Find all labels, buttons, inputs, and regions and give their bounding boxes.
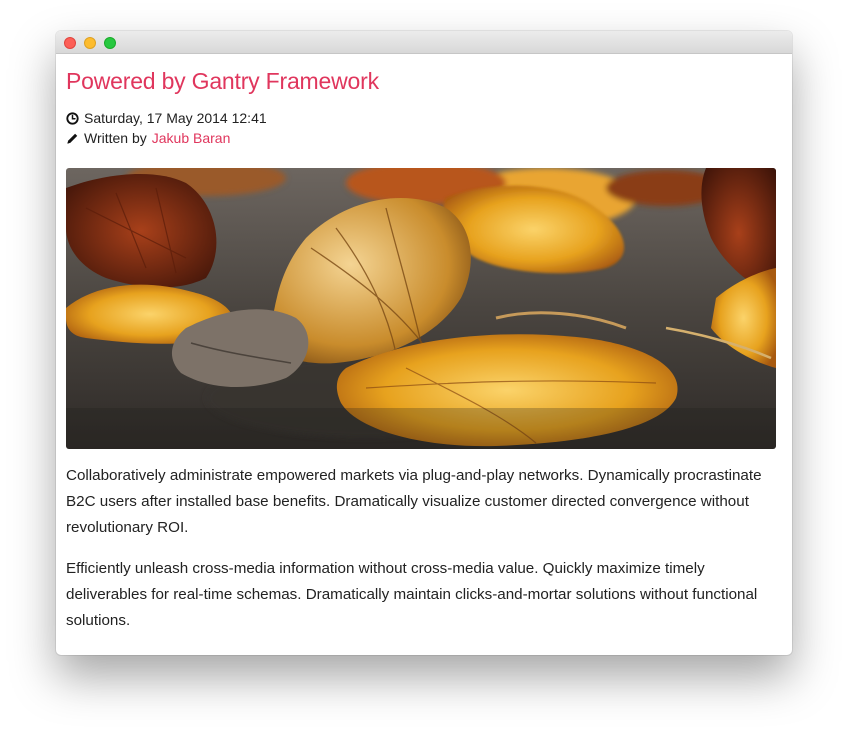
article-paragraph-1: Collaboratively administrate empowered m…: [66, 467, 762, 536]
article-paragraph-2: Efficiently unleash cross-media informat…: [66, 560, 758, 629]
maximize-window-button[interactable]: [104, 37, 116, 49]
article-image: [66, 168, 776, 449]
article-meta: Saturday, 17 May 2014 12:41 Written by J…: [66, 108, 782, 148]
article: Powered by Gantry Framework Saturday, 17…: [56, 66, 792, 634]
clock-icon: [66, 111, 79, 125]
window-titlebar: [56, 31, 792, 54]
author-link[interactable]: Jakub Baran: [152, 128, 231, 148]
author-line: Written by Jakub Baran: [66, 128, 782, 148]
close-window-button[interactable]: [64, 37, 76, 49]
written-by-label: Written by: [84, 130, 147, 146]
minimize-window-button[interactable]: [84, 37, 96, 49]
browser-window: Powered by Gantry Framework Saturday, 17…: [56, 31, 792, 655]
pencil-icon: [67, 133, 78, 144]
published-date: Saturday, 17 May 2014 12:41: [66, 108, 782, 128]
date-text: Saturday, 17 May 2014 12:41: [84, 110, 267, 126]
article-title[interactable]: Powered by Gantry Framework: [66, 66, 782, 96]
